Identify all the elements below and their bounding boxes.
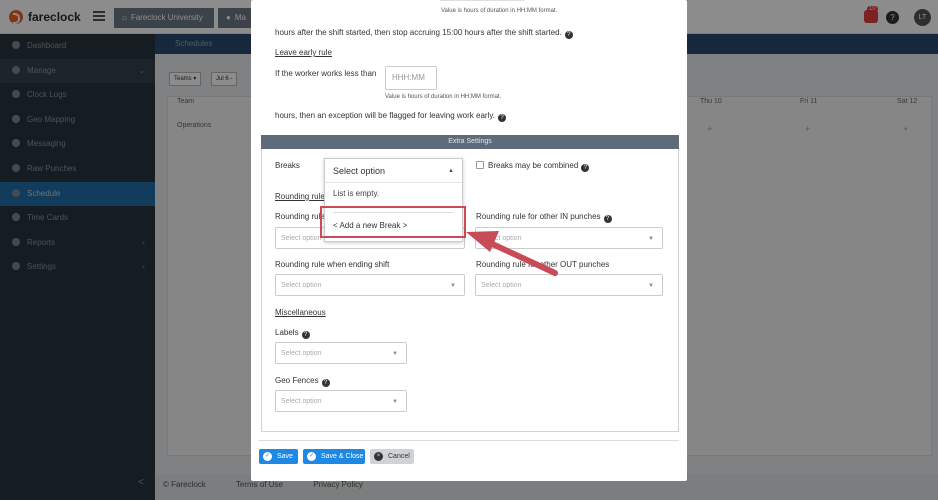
help-icon[interactable]: ? xyxy=(603,215,612,223)
rounding-rules-title: Rounding rule xyxy=(275,192,325,201)
save-close-button[interactable]: ✓ Save & Close xyxy=(303,449,365,464)
check-icon: ✓ xyxy=(263,452,272,461)
leave-early-suffix: hours, then an exception will be flagged… xyxy=(275,111,506,122)
help-icon[interactable]: ? xyxy=(321,379,330,387)
check-icon: ✓ xyxy=(307,452,316,461)
divider xyxy=(440,0,524,1)
rounding-end-select[interactable]: Select option ▼ xyxy=(275,274,465,296)
chevron-down-icon: ▼ xyxy=(648,283,654,289)
rounding-other-out-select[interactable]: Select option ▼ xyxy=(475,274,663,296)
misc-title: Miscellaneous xyxy=(275,308,326,317)
breaks-empty-message: List is empty. xyxy=(333,189,380,198)
save-button[interactable]: ✓ Save xyxy=(259,449,298,464)
close-icon: × xyxy=(374,452,383,461)
chevron-down-icon: ▼ xyxy=(450,283,456,289)
chevron-up-icon: ▲ xyxy=(448,168,454,174)
rounding-end-label: Rounding rule when ending shift xyxy=(275,260,390,269)
duration-hint: Value is hours of duration in HH:MM form… xyxy=(441,8,558,14)
chevron-down-icon: ▼ xyxy=(392,399,398,405)
rounding-other-out-label: Rounding rule for other OUT punches xyxy=(476,260,610,269)
breaks-label: Breaks xyxy=(275,161,300,170)
divider xyxy=(259,440,679,441)
highlight-box xyxy=(320,206,466,238)
chevron-down-icon: ▼ xyxy=(392,351,398,357)
chevron-down-icon: ▼ xyxy=(648,236,654,242)
leave-early-hours-input[interactable]: HHH:MM xyxy=(385,66,437,90)
rounding-other-in-label: Rounding rule for other IN punches? xyxy=(476,212,612,223)
extra-settings-header: Extra Settings xyxy=(261,135,679,149)
breaks-combined-checkbox[interactable] xyxy=(476,161,484,169)
breaks-combined-option[interactable]: Breaks may be combined? xyxy=(476,161,590,172)
leave-early-title: Leave early rule xyxy=(275,48,332,57)
help-icon[interactable]: ? xyxy=(497,114,506,122)
breaks-select[interactable]: Select option ▲ xyxy=(325,159,462,183)
cancel-button[interactable]: × Cancel xyxy=(370,449,414,464)
leave-early-hint: Value is hours of duration in HH:MM form… xyxy=(385,94,502,100)
help-icon[interactable]: ? xyxy=(564,31,573,39)
after-shift-text: hours after the shift started, then stop… xyxy=(275,28,573,39)
help-icon[interactable]: ? xyxy=(581,164,590,172)
geofences-label: Geo Fences? xyxy=(275,376,330,387)
labels-select[interactable]: Select option ▼ xyxy=(275,342,407,364)
labels-label: Labels? xyxy=(275,328,310,339)
rounding-start-label: Rounding rule xyxy=(275,212,325,221)
rounding-other-in-select[interactable]: Select option ▼ xyxy=(475,227,663,249)
help-icon[interactable]: ? xyxy=(301,331,310,339)
geofences-select[interactable]: Select option ▼ xyxy=(275,390,407,412)
leave-early-prefix: If the worker works less than xyxy=(275,69,377,78)
